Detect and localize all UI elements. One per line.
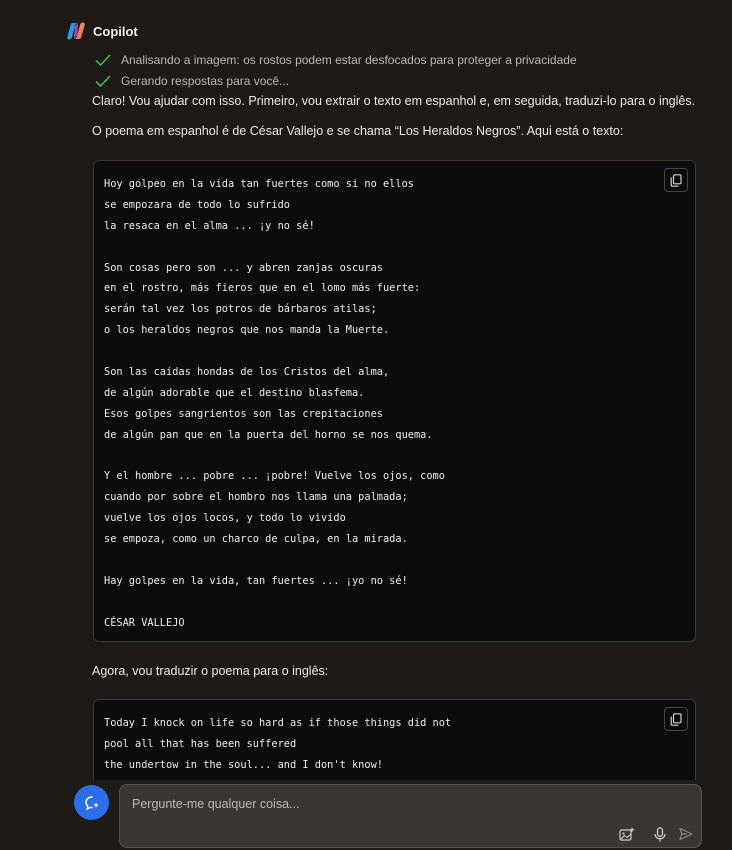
code-line: serán tal vez los potros de bárbaros ati… (104, 303, 377, 316)
status-text: Analisando a imagem: os rostos podem est… (121, 53, 577, 67)
code-line: Son cosas pero son ... y abren zanjas os… (104, 261, 383, 274)
code-line: Esos golpes sangrientos son las crepitac… (104, 407, 383, 420)
voice-input-button[interactable] (651, 825, 669, 843)
message-input[interactable] (130, 793, 584, 815)
code-line: the undertow in the soul... and I don't … (104, 758, 383, 771)
spanish-poem-code-block: Hoy golpeo en la vida tan fuertes como s… (93, 160, 696, 642)
code-line: cuando por sobre el hombro nos llama una… (104, 491, 408, 504)
chat-sparkle-icon (84, 795, 99, 810)
status-generating: Gerando respostas para você... (95, 73, 289, 89)
code-line: vuelve los ojos locos, y todo lo vivido (104, 512, 346, 525)
status-text: Gerando respostas para você... (121, 74, 290, 88)
copy-code-button[interactable] (664, 168, 688, 192)
copy-icon (670, 712, 682, 726)
poem-intro: O poema em espanhol é de César Vallejo e… (92, 124, 624, 138)
brand-name: Copilot (93, 23, 138, 39)
copy-icon (670, 173, 682, 187)
code-line: Today I knock on life so hard as if thos… (104, 717, 452, 729)
code-line: la resaca en el alma ... ¡y no sé! (104, 219, 315, 232)
code-lines: Today I knock on life so hard as if thos… (104, 713, 451, 776)
code-line: CÉSAR VALLEJO (104, 616, 185, 629)
status-analyzing-image: Analisando a imagem: os rostos podem est… (95, 52, 577, 68)
code-line: Hoy golpeo en la vida tan fuertes como s… (104, 178, 414, 190)
image-add-icon (619, 827, 635, 841)
code-line: de algún adorable que el destino blasfem… (104, 386, 365, 399)
checkmark-icon (95, 54, 111, 66)
code-lines: Hoy golpeo en la vida tan fuertes como s… (104, 174, 445, 634)
message-composer (119, 784, 702, 848)
code-line: de algún pan que en la puerta del horno … (104, 428, 433, 441)
microphone-icon (654, 826, 666, 841)
translate-intro: Agora, vou traduzir o poema para o inglê… (92, 664, 329, 678)
assistant-header: Copilot (66, 21, 138, 41)
send-icon (679, 827, 693, 841)
copy-code-button[interactable] (664, 707, 688, 731)
code-line: pool all that has been suffered (104, 737, 297, 750)
code-line: o los heraldos negros que nos manda la M… (104, 324, 390, 337)
code-line: en el rostro, más fieros que en el lomo … (104, 282, 421, 295)
new-topic-button[interactable] (74, 785, 109, 820)
response-intro: Claro! Vou ajudar com isso. Primeiro, vo… (92, 94, 696, 108)
code-line: Y el hombre ... pobre ... ¡pobre! Vuelve… (104, 470, 445, 483)
code-line: Son las caídas hondas de los Cristos del… (104, 366, 390, 379)
chat-transcript: Copilot Analisando a imagem: os rostos p… (0, 0, 732, 780)
code-line: se empozara de todo lo sufrido (104, 198, 290, 211)
english-poem-code-block: Today I knock on life so hard as if thos… (93, 699, 696, 780)
copilot-logo-icon (67, 22, 85, 40)
code-line: Hay golpes en la vida, tan fuertes ... ¡… (104, 574, 408, 587)
add-image-button[interactable] (618, 825, 636, 843)
send-button[interactable] (677, 825, 695, 843)
code-line: se empoza, como un charco de culpa, en l… (104, 533, 408, 546)
checkmark-icon (95, 75, 111, 87)
